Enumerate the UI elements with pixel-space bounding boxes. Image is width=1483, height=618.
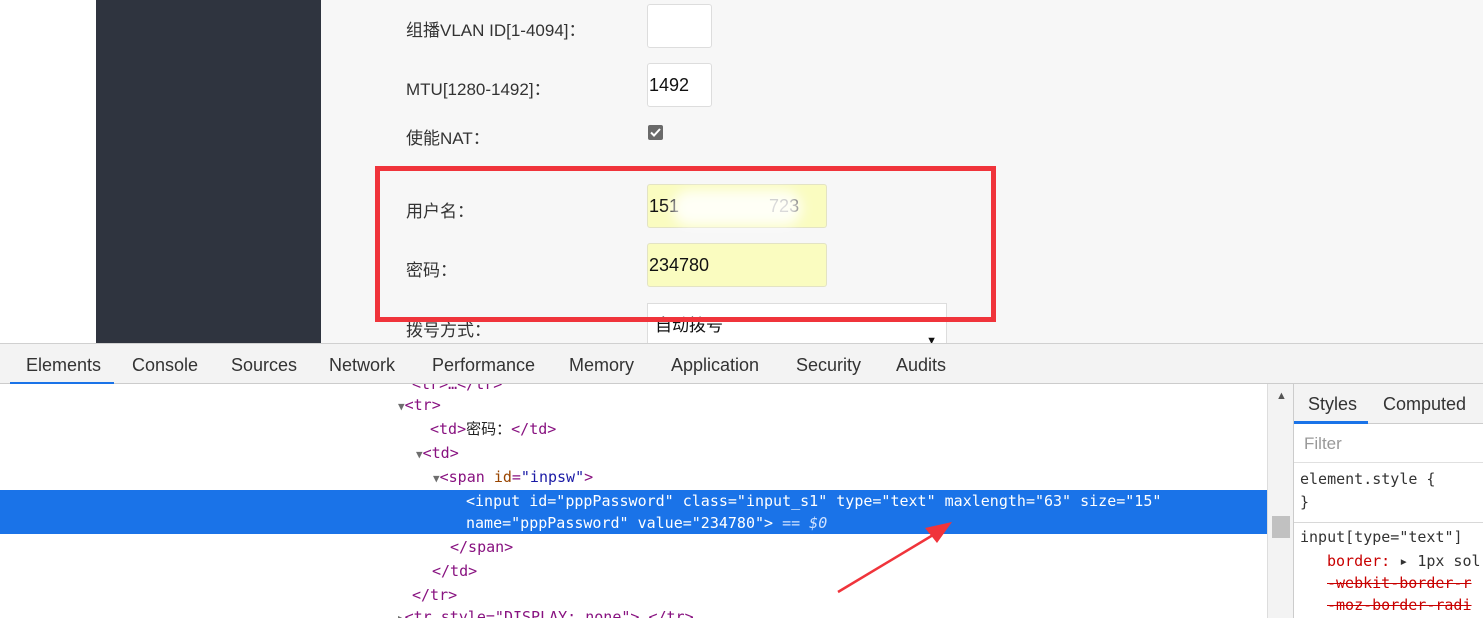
devtools-panel: Elements Console Sources Network Perform…	[0, 343, 1483, 618]
triangle-down-icon[interactable]: ▼	[398, 400, 405, 413]
triangle-up-icon[interactable]: ▲	[1276, 390, 1287, 402]
selected-dom-node-input[interactable]: <input id="pppPassword" class="input_s1"…	[0, 490, 1267, 534]
css-declaration-webkit-border-radius[interactable]: -webkit-border-r	[1327, 573, 1472, 593]
styles-tabbar: Styles Computed	[1294, 384, 1483, 424]
scrollbar-thumb[interactable]	[1272, 516, 1290, 538]
tab-security[interactable]: Security	[796, 344, 861, 384]
router-config-page: 组播VLAN ID[1-4094]： MTU[1280-1492]： 1492 …	[0, 0, 1483, 343]
css-declaration-border[interactable]: border: ▸ 1px sol	[1327, 551, 1481, 571]
dom-node-td[interactable]: ▼<td>	[416, 442, 459, 464]
selected-line-2: name="pppPassword" value="234780"> == $0	[466, 514, 828, 532]
tab-computed[interactable]: Computed	[1383, 384, 1466, 424]
dom-node-tr[interactable]: ▼<tr>	[398, 394, 441, 416]
rule-close-brace: }	[1300, 493, 1310, 511]
rule-divider	[1294, 522, 1483, 523]
dom-node-tr-hidden[interactable]: ▶<tr style="DISPLAY: none">…</tr>	[398, 606, 694, 618]
tab-network[interactable]: Network	[329, 344, 395, 384]
dom-node-td-label[interactable]: <td>密码：</td>	[430, 418, 556, 440]
tab-audits[interactable]: Audits	[896, 344, 946, 384]
tab-elements[interactable]: Elements	[26, 344, 101, 384]
devtools-tabbar: Elements Console Sources Network Perform…	[0, 343, 1483, 385]
rule-element-style[interactable]: element.style {	[1300, 469, 1435, 489]
mtu-label: MTU[1280-1492]：	[406, 80, 551, 99]
styles-sidebar: Styles Computed Filter element.style { }…	[1293, 384, 1483, 618]
mtu-input[interactable]: 1492	[647, 63, 712, 107]
multicast-vlan-label: 组播VLAN ID[1-4094]：	[406, 21, 586, 40]
dom-node-td-close[interactable]: </td>	[432, 560, 477, 582]
highlight-box	[375, 166, 996, 322]
active-styles-tab-indicator	[1294, 421, 1368, 424]
triangle-down-icon[interactable]: ▼	[433, 472, 440, 485]
dom-node-tr-close[interactable]: </tr>	[412, 584, 457, 606]
tab-memory[interactable]: Memory	[569, 344, 634, 384]
filter-divider	[1294, 462, 1483, 463]
tab-performance[interactable]: Performance	[432, 344, 535, 384]
tab-console[interactable]: Console	[132, 344, 198, 384]
triangle-down-icon[interactable]: ▼	[416, 448, 423, 461]
dropdown-arrow-icon: ▼	[926, 335, 937, 343]
sidebar	[96, 0, 321, 343]
nat-label: 使能NAT：	[406, 129, 490, 148]
triangle-right-icon[interactable]: ▶	[398, 612, 405, 618]
tab-styles[interactable]: Styles	[1308, 384, 1357, 424]
tab-sources[interactable]: Sources	[231, 344, 297, 384]
console-ref-badge: == $0	[773, 514, 828, 532]
rule-input-text-selector[interactable]: input[type="text"]	[1300, 527, 1463, 547]
dom-node-span-close[interactable]: </span>	[450, 536, 513, 558]
triangle-right-icon[interactable]: ▸	[1390, 552, 1417, 570]
css-declaration-moz-border-radius[interactable]: -moz-border-radi	[1327, 595, 1472, 615]
nat-checkbox[interactable]	[648, 125, 663, 140]
elements-scrollbar[interactable]: ▲	[1267, 384, 1293, 618]
elements-tree: <tr>…</tr> ▼<tr> <td>密码：</td> ▼<td> ▼<sp…	[0, 384, 1267, 618]
dom-node-span[interactable]: ▼<span id="inpsw">	[433, 466, 593, 488]
styles-filter-input[interactable]: Filter	[1304, 434, 1342, 454]
check-icon	[650, 128, 661, 137]
multicast-vlan-input[interactable]	[647, 4, 712, 48]
selected-line-1: <input id="pppPassword" class="input_s1"…	[466, 492, 1162, 510]
tab-application[interactable]: Application	[671, 344, 759, 384]
